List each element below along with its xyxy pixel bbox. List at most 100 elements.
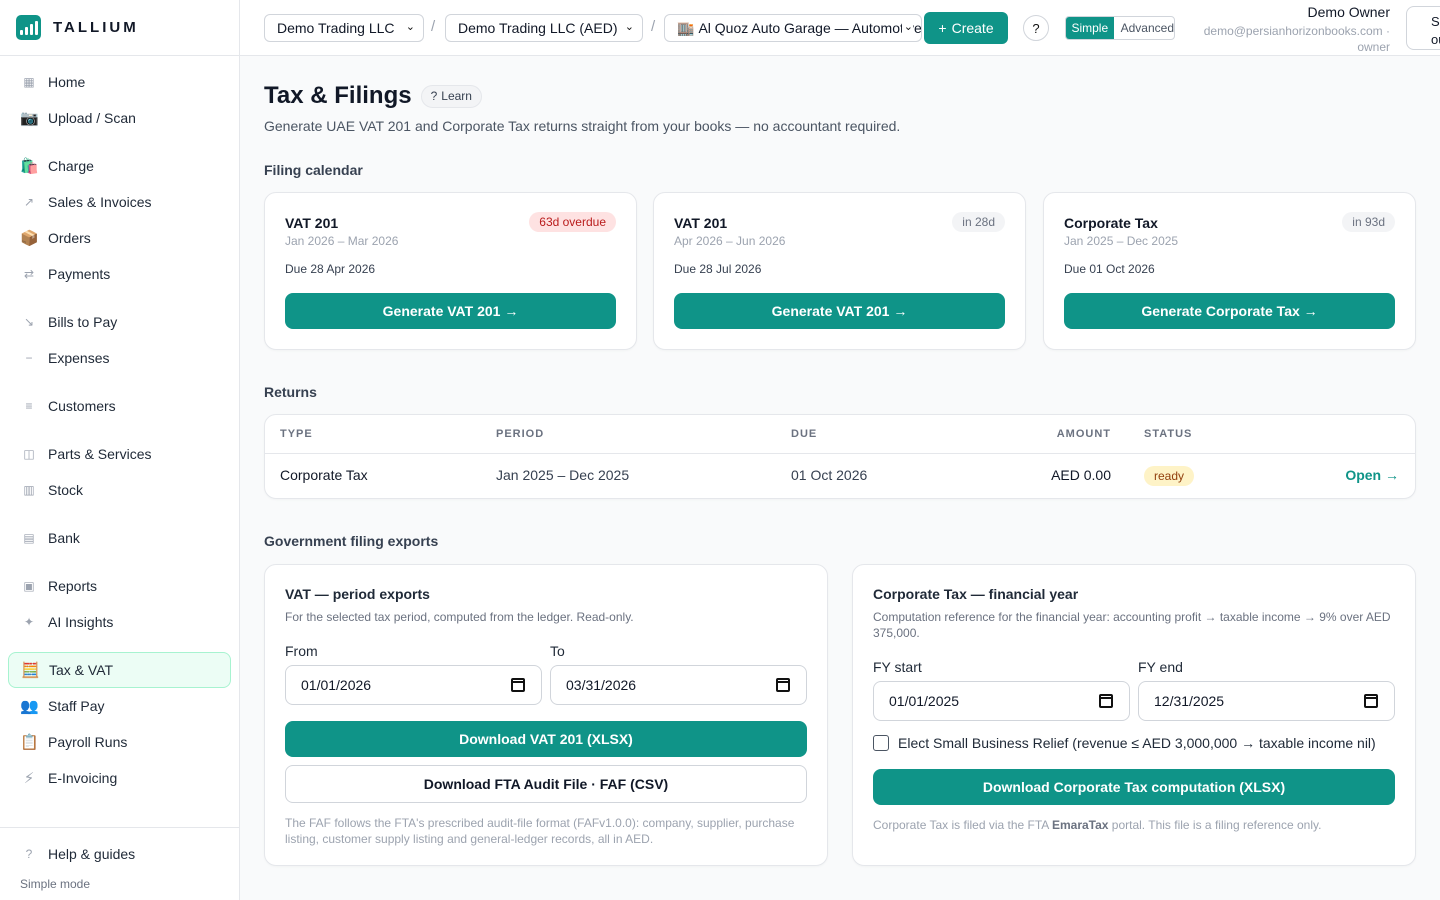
calendar-icon[interactable]	[776, 678, 790, 692]
page-title: Tax & Filings	[264, 82, 412, 109]
mode-simple-option[interactable]: Simple	[1066, 17, 1114, 39]
from-date-input[interactable]: 01/01/2026	[285, 665, 542, 705]
ct-export-card: Corporate Tax — financial year Computati…	[852, 564, 1416, 866]
ledger-select[interactable]: Demo Trading LLC (AED) ⌄	[445, 14, 643, 42]
open-return-link[interactable]: Open →	[1345, 467, 1399, 483]
ct-footnote: Corporate Tax is filed via the FTA Emara…	[873, 817, 1395, 833]
sidebar-item-expenses[interactable]: − Expenses	[8, 340, 231, 376]
sidebar-footer: ? Help & guides Simple mode	[0, 827, 239, 900]
return-amount: AED 0.00	[1051, 467, 1111, 483]
sidebar-item-home[interactable]: ▦ Home	[8, 64, 231, 100]
ct-footnote-pre: Corporate Tax is filed via the FTA	[873, 818, 1052, 832]
fy-start-input[interactable]: 01/01/2025	[873, 681, 1130, 721]
small-business-relief-checkbox[interactable]	[873, 735, 889, 751]
to-label: To	[550, 643, 565, 659]
sidebar-item-tax-vat[interactable]: 🧮 Tax & VAT	[8, 652, 231, 688]
sidebar-item-label: AI Insights	[48, 614, 114, 630]
generate-return-button[interactable]: Generate Corporate Tax →	[1064, 293, 1395, 329]
page-subtitle: Generate UAE VAT 201 and Corporate Tax r…	[264, 118, 901, 134]
sidebar-item-charge[interactable]: 🛍️ Charge	[8, 148, 231, 184]
calendar-icon[interactable]	[511, 678, 525, 692]
create-button[interactable]: + Create	[924, 12, 1008, 44]
vat-export-description: For the selected tax period, computed fr…	[285, 610, 634, 624]
filing-due-date: Due 28 Apr 2026	[285, 262, 376, 276]
company-select[interactable]: Demo Trading LLC ⌄	[264, 14, 424, 42]
status-badge: in 28d	[952, 212, 1005, 232]
arrow-down-right-icon: ↘	[23, 315, 35, 329]
table-divider	[265, 453, 1415, 454]
create-button-label: Create	[951, 20, 994, 36]
user-info: Demo Owner demo@persianhorizonbooks.com …	[1204, 4, 1390, 55]
sidebar-item-label: Payroll Runs	[48, 734, 128, 750]
sidebar-item-label: Staff Pay	[48, 698, 105, 714]
generate-return-button[interactable]: Generate VAT 201 →	[285, 293, 616, 329]
breadcrumb-separator: /	[431, 18, 436, 35]
help-button[interactable]: ?	[1023, 15, 1049, 41]
download-ct-button[interactable]: Download Corporate Tax computation (XLSX…	[873, 769, 1395, 805]
sidebar-item-orders[interactable]: 📦 Orders	[8, 220, 231, 256]
sidebar-item-staff-pay[interactable]: 👥 Staff Pay	[8, 688, 231, 724]
sidebar-item-reports[interactable]: ▣ Reports	[8, 568, 231, 604]
arrows-swap-icon: ⇄	[23, 267, 35, 281]
help-guides-label: Help & guides	[48, 846, 136, 862]
help-guides-link[interactable]: ? Help & guides	[8, 838, 136, 870]
calendar-icon[interactable]	[1099, 694, 1113, 708]
sidebar-item-label: Reports	[48, 578, 98, 594]
filing-name: Corporate Tax	[1064, 215, 1158, 231]
shelves-icon: ▥	[23, 483, 35, 497]
sidebar-item-customers[interactable]: ≡ Customers	[8, 388, 231, 424]
sidebar-item-parts-services[interactable]: ◫ Parts & Services	[8, 436, 231, 472]
calendar-icon[interactable]	[1364, 694, 1378, 708]
filing-card: VAT 201 Apr 2026 – Jun 2026 Due 28 Jul 202…	[653, 192, 1026, 350]
sidebar-item-label: Home	[48, 74, 86, 90]
sidebar-item-label: Customers	[48, 398, 116, 414]
fy-start-value: 01/01/2025	[889, 693, 960, 709]
building-icon: 🏬	[677, 19, 695, 36]
sidebar-item-label: Upload / Scan	[48, 110, 136, 126]
download-vat201-button[interactable]: Download VAT 201 (XLSX)	[285, 721, 807, 757]
branch-select-value: Al Quoz Auto Garage — Automotive	[698, 20, 922, 36]
sidebar-item-bank[interactable]: ▤ Bank	[8, 520, 231, 556]
sidebar-item-payroll-runs[interactable]: 📋 Payroll Runs	[8, 724, 231, 760]
sidebar-item-label: Payments	[48, 266, 111, 282]
sidebar-item-e-invoicing[interactable]: ⚡ E-Invoicing	[8, 760, 231, 796]
mode-toggle[interactable]: Simple Advanced	[1065, 16, 1175, 40]
brand-name: TALLIUM	[53, 19, 139, 36]
sidebar: TALLIUM ▦ Home 📷 Upload / Scan 🛍️ Charge ↗ Sale…	[0, 0, 240, 900]
lightning-icon: ⚡	[23, 770, 35, 787]
sidebar-item-bills-to-pay[interactable]: ↘ Bills to Pay	[8, 304, 231, 340]
sidebar-item-sales-invoices[interactable]: ↗ Sales & Invoices	[8, 184, 231, 220]
fy-end-label: FY end	[1138, 659, 1183, 675]
status-badge: in 93d	[1342, 212, 1395, 232]
sidebar-item-label: Stock	[48, 482, 84, 498]
to-date-input[interactable]: 03/31/2026	[550, 665, 807, 705]
sidebar-item-payments[interactable]: ⇄ Payments	[8, 256, 231, 292]
mode-note: Simple mode	[20, 877, 91, 891]
user-email: demo@persianhorizonbooks.com ·	[1203, 24, 1390, 38]
mode-advanced-option[interactable]: Advanced	[1114, 17, 1174, 39]
brand[interactable]: TALLIUM	[0, 0, 239, 56]
tallium-logo-icon	[16, 15, 41, 40]
filing-due-date: Due 01 Oct 2026	[1064, 262, 1155, 276]
sidebar-item-upload-scan[interactable]: 📷 Upload / Scan	[8, 100, 231, 136]
filing-name: VAT 201	[674, 215, 728, 231]
return-due: 01 Oct 2026	[791, 467, 868, 483]
fy-end-input[interactable]: 12/31/2025	[1138, 681, 1395, 721]
sidebar-item-ai-insights[interactable]: ✦ AI Insights	[8, 604, 231, 640]
learn-button[interactable]: ? Learn	[420, 84, 482, 108]
people-icon: 👥	[20, 698, 39, 715]
signout-button[interactable]: Sign out	[1406, 6, 1440, 50]
sidebar-item-label: Tax & VAT	[49, 662, 114, 678]
returns-heading: Returns	[264, 384, 317, 400]
small-business-relief-label: Elect Small Business Relief (revenue ≤ A…	[898, 735, 1376, 751]
download-faf-button[interactable]: Download FTA Audit File · FAF (CSV)	[285, 765, 807, 803]
abacus-icon: 🧮	[21, 662, 40, 679]
branch-select[interactable]: 🏬 Al Quoz Auto Garage — Automotive ⌄	[664, 14, 922, 42]
generate-return-button[interactable]: Generate VAT 201 →	[674, 293, 1005, 329]
ct-export-description: Computation reference for the financial …	[873, 610, 1391, 640]
sidebar-item-stock[interactable]: ▥ Stock	[8, 472, 231, 508]
small-business-relief-option[interactable]: Elect Small Business Relief (revenue ≤ A…	[873, 735, 1376, 751]
chevron-down-icon: ⌄	[624, 21, 634, 33]
sidebar-item-label: Parts & Services	[48, 446, 152, 462]
topbar: Demo Trading LLC ⌄ / Demo Trading LLC (A…	[240, 0, 1440, 56]
